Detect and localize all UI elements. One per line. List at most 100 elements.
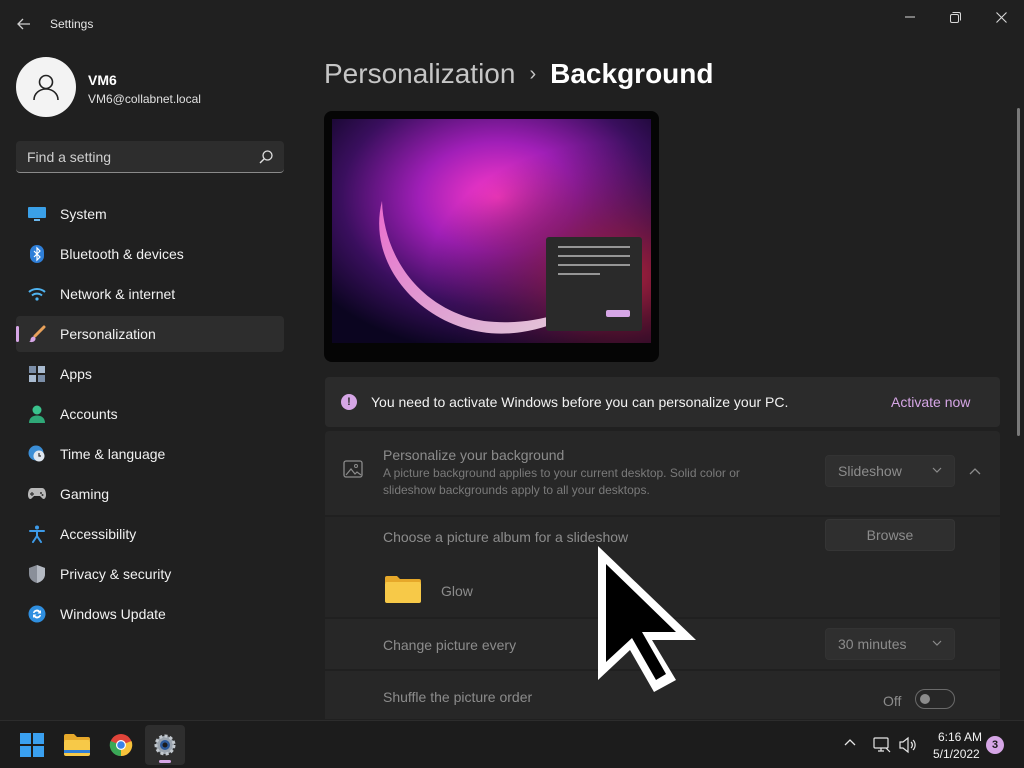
sidebar-item-label: Accounts — [60, 406, 118, 422]
notification-badge[interactable]: 3 — [986, 736, 1004, 754]
user-name: VM6 — [88, 72, 117, 88]
breadcrumb-separator: › — [529, 63, 537, 85]
shuffle-toggle-state: Off — [883, 693, 902, 709]
wifi-icon — [28, 285, 46, 303]
accessibility-icon — [28, 525, 46, 543]
background-type-value: Slideshow — [838, 463, 902, 479]
back-button[interactable] — [10, 10, 38, 38]
minimize-icon — [905, 16, 915, 18]
active-app-indicator — [159, 760, 171, 763]
network-icon[interactable] — [872, 735, 892, 755]
update-icon — [28, 605, 46, 623]
page-title: Background — [550, 58, 714, 89]
background-preview — [324, 111, 659, 362]
sidebar-item-label: Gaming — [60, 486, 110, 502]
restore-button[interactable] — [935, 6, 975, 28]
shuffle-card: Shuffle the picture order Off — [325, 671, 1000, 719]
chevron-up-icon[interactable] — [965, 461, 985, 481]
taskbar-file-explorer[interactable] — [57, 725, 97, 765]
taskbar-settings[interactable] — [145, 725, 185, 765]
sidebar-item-label: Time & language — [60, 446, 166, 462]
account-icon — [28, 405, 46, 423]
bluetooth-icon — [28, 245, 46, 263]
sidebar-item-accounts[interactable]: Accounts — [16, 396, 284, 432]
sidebar-item-label: Apps — [60, 366, 92, 382]
chevron-down-icon — [932, 467, 942, 473]
volume-icon[interactable] — [898, 735, 918, 755]
sidebar-item-label: Accessibility — [60, 526, 137, 542]
personalize-background-card: Personalize your background A picture ba… — [325, 431, 1000, 515]
start-icon — [20, 733, 44, 757]
app-title: Settings — [50, 17, 94, 31]
activation-message: You need to activate Windows before you … — [371, 394, 789, 410]
search-icon[interactable] — [258, 149, 274, 165]
search-box — [16, 141, 284, 173]
arrow-left-icon — [17, 18, 30, 30]
file-explorer-icon — [64, 734, 90, 756]
search-input[interactable] — [16, 141, 284, 172]
sidebar-item-time-language[interactable]: Time & language — [16, 436, 284, 472]
settings-icon — [154, 734, 176, 756]
browse-button[interactable]: Browse — [825, 519, 955, 551]
breadcrumb: Personalization › Background — [324, 58, 713, 90]
sidebar-item-system[interactable]: System — [16, 196, 284, 232]
taskbar-chrome[interactable] — [101, 725, 141, 765]
taskbar: 6:16 AM 5/1/2022 3 — [0, 720, 1024, 768]
user-email: VM6@collabnet.local — [88, 92, 201, 106]
personalize-background-description: A picture background applies to your cur… — [383, 466, 740, 497]
breadcrumb-parent[interactable]: Personalization — [324, 58, 515, 89]
chevron-down-icon — [932, 640, 942, 646]
change-interval-label: Change picture every — [383, 637, 517, 653]
sidebar-item-windows-update[interactable]: Windows Update — [16, 596, 284, 632]
slideshow-album-card: Choose a picture album for a slideshow B… — [325, 517, 1000, 617]
avatar[interactable] — [16, 57, 76, 117]
restore-icon — [949, 11, 961, 23]
clock-date[interactable]: 5/1/2022 — [933, 747, 980, 761]
activation-notice: ! You need to activate Windows before yo… — [325, 377, 1000, 427]
change-interval-card: Change picture every 30 minutes — [325, 619, 1000, 669]
minimize-button[interactable] — [890, 6, 930, 28]
sidebar-nav: System Bluetooth & devices Network & int… — [16, 196, 284, 636]
background-type-dropdown[interactable]: Slideshow — [825, 455, 955, 487]
folder-icon — [385, 576, 421, 603]
sidebar-item-apps[interactable]: Apps — [16, 356, 284, 392]
sidebar-item-personalization[interactable]: Personalization — [16, 316, 284, 352]
sidebar-item-label: Network & internet — [60, 286, 176, 302]
sidebar-item-privacy-security[interactable]: Privacy & security — [16, 556, 284, 592]
interval-value: 30 minutes — [838, 636, 907, 652]
apps-icon — [28, 365, 46, 383]
album-label: Choose a picture album for a slideshow — [383, 529, 629, 545]
close-icon — [995, 11, 1007, 23]
gamepad-icon — [28, 485, 46, 503]
sidebar-item-label: Privacy & security — [60, 566, 172, 582]
info-icon: ! — [341, 394, 357, 410]
brush-icon — [28, 325, 46, 343]
person-icon — [33, 74, 59, 101]
shuffle-label: Shuffle the picture order — [383, 689, 533, 705]
sidebar-item-label: System — [60, 206, 107, 222]
picture-icon — [343, 460, 363, 478]
shield-icon — [28, 565, 46, 583]
globe-clock-icon — [28, 445, 46, 463]
start-button[interactable] — [12, 725, 52, 765]
wallpaper-preview-image — [332, 119, 651, 362]
sidebar-item-accessibility[interactable]: Accessibility — [16, 516, 284, 552]
sidebar-item-gaming[interactable]: Gaming — [16, 476, 284, 512]
album-folder-name[interactable]: Glow — [441, 583, 473, 599]
monitor-icon — [28, 205, 46, 223]
sidebar-item-label: Personalization — [60, 326, 156, 342]
tray-overflow-chevron-icon[interactable] — [844, 736, 856, 750]
sidebar-item-bluetooth[interactable]: Bluetooth & devices — [16, 236, 284, 272]
sidebar-item-network[interactable]: Network & internet — [16, 276, 284, 312]
chrome-icon — [109, 734, 133, 757]
title-bar: Settings — [0, 0, 1024, 48]
shuffle-toggle[interactable] — [915, 689, 955, 709]
sidebar-item-label: Windows Update — [60, 606, 166, 622]
clock-time[interactable]: 6:16 AM — [938, 730, 982, 744]
sidebar-item-label: Bluetooth & devices — [60, 246, 184, 262]
activate-now-link[interactable]: Activate now — [891, 394, 970, 410]
personalize-background-title: Personalize your background — [383, 447, 565, 463]
content-scrollbar[interactable] — [1017, 108, 1020, 436]
interval-dropdown[interactable]: 30 minutes — [825, 628, 955, 660]
close-button[interactable] — [981, 6, 1021, 28]
